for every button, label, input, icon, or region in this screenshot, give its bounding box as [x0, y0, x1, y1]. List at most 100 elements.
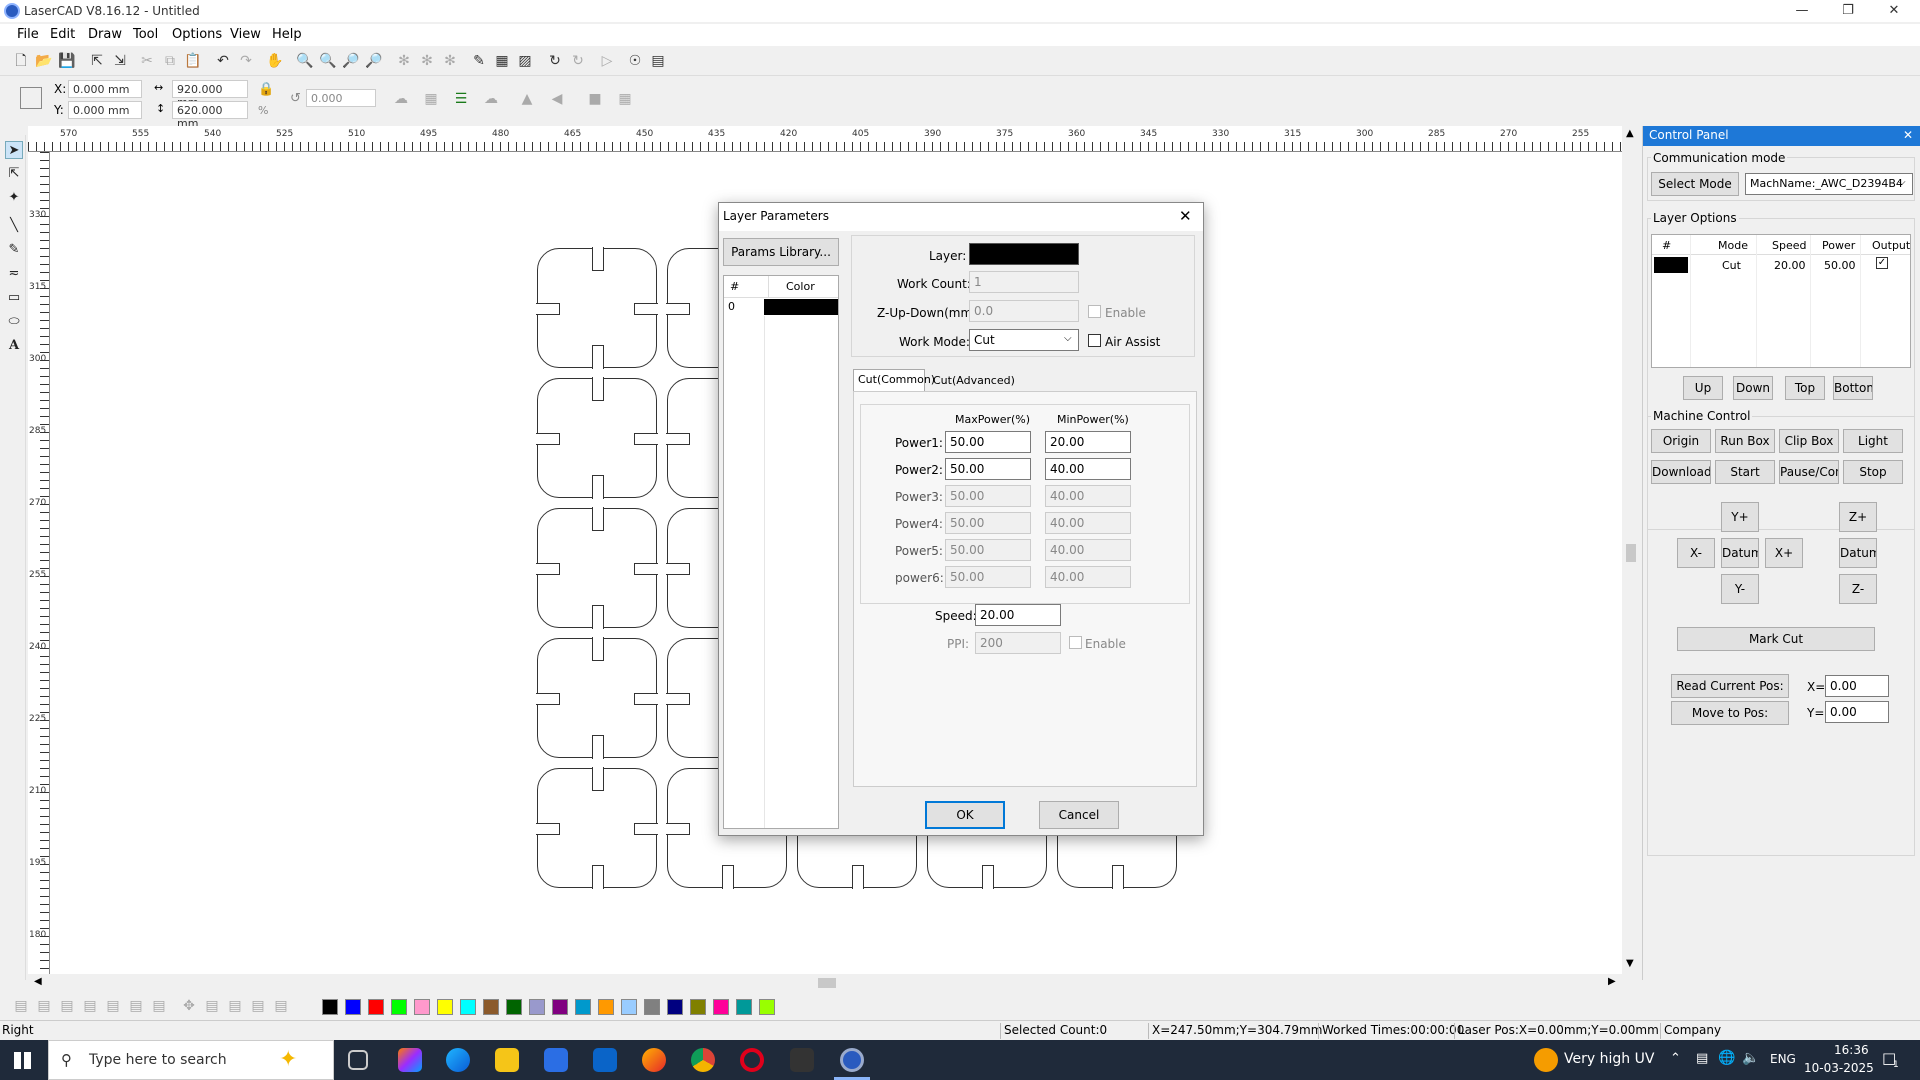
- group-icon[interactable]: ☁: [392, 90, 410, 108]
- rotate-90-icon[interactable]: ■: [586, 90, 604, 108]
- pause-continue-button[interactable]: Pause/Continue: [1779, 460, 1839, 484]
- width-field[interactable]: 920.000 mm: [172, 80, 248, 109]
- palette-swatch[interactable]: [391, 999, 407, 1015]
- align-top-icon[interactable]: ▤: [58, 997, 76, 1015]
- air-assist-checkbox[interactable]: [1088, 334, 1101, 347]
- machine-select[interactable]: MachName:_AWC_D2394B4 ⌵: [1745, 173, 1913, 195]
- same-size-icon[interactable]: ▤: [272, 997, 290, 1015]
- simulate-icon[interactable]: ▷: [598, 52, 616, 70]
- lock-ratio-icon[interactable]: 🔒: [258, 82, 274, 97]
- palette-swatch[interactable]: [759, 999, 775, 1015]
- menu-draw[interactable]: Draw: [88, 27, 122, 42]
- scroll-left-icon[interactable]: ◀: [34, 976, 42, 987]
- scroll-down-icon[interactable]: ▼: [1626, 958, 1634, 969]
- run-box-button[interactable]: Run Box: [1715, 429, 1775, 453]
- redo-icon[interactable]: ↷: [237, 52, 255, 70]
- jog-y-plus-button[interactable]: Y+: [1721, 502, 1759, 532]
- min-power-field[interactable]: 40.00: [1045, 539, 1131, 561]
- mirror-v-icon[interactable]: ◀: [548, 90, 566, 108]
- layer-down-button[interactable]: Down: [1733, 376, 1773, 400]
- position-anchor-icon[interactable]: [20, 87, 42, 109]
- palette-swatch[interactable]: [414, 999, 430, 1015]
- align-right-icon[interactable]: ▤: [35, 997, 53, 1015]
- mark-cut-button[interactable]: Mark Cut: [1677, 627, 1875, 651]
- cancel-button[interactable]: Cancel: [1039, 801, 1119, 829]
- firefox-icon[interactable]: [642, 1048, 666, 1072]
- text-tool-icon[interactable]: A: [5, 337, 23, 355]
- read-current-pos-button[interactable]: Read Current Pos:: [1671, 674, 1789, 698]
- open-folder-icon[interactable]: 📂: [35, 52, 53, 70]
- polyline-icon[interactable]: ≂: [5, 265, 23, 283]
- export-icon[interactable]: ⇲: [111, 52, 129, 70]
- palette-swatch[interactable]: [713, 999, 729, 1015]
- layer-stack-icon[interactable]: ☰: [452, 90, 470, 108]
- palette-swatch[interactable]: [667, 999, 683, 1015]
- align-bottom-icon[interactable]: ▤: [81, 997, 99, 1015]
- min-power-field[interactable]: 40.00: [1045, 458, 1131, 480]
- palette-swatch[interactable]: [437, 999, 453, 1015]
- max-power-field[interactable]: 50.00: [945, 512, 1031, 534]
- align-center-icon[interactable]: ▤: [150, 997, 168, 1015]
- pen-app-icon[interactable]: [790, 1048, 814, 1072]
- tray-device-icon[interactable]: ▤: [1696, 1051, 1708, 1066]
- palette-swatch[interactable]: [736, 999, 752, 1015]
- tray-chevron-up-icon[interactable]: ⌃: [1670, 1051, 1681, 1066]
- move-to-pos-button[interactable]: Move to Pos:: [1671, 701, 1789, 725]
- lasercad-taskbar-icon[interactable]: [840, 1048, 864, 1072]
- palette-swatch[interactable]: [483, 999, 499, 1015]
- pen-tool-icon[interactable]: ✎: [470, 52, 488, 70]
- max-power-field[interactable]: 50.00: [945, 485, 1031, 507]
- layer-top-button[interactable]: Top: [1785, 376, 1825, 400]
- outlook-icon[interactable]: [593, 1048, 617, 1072]
- palette-swatch[interactable]: [345, 999, 361, 1015]
- min-power-field[interactable]: 20.00: [1045, 431, 1131, 453]
- pos-x-field[interactable]: 0.00: [1825, 675, 1889, 697]
- ellipse-icon[interactable]: ⬭: [5, 313, 23, 331]
- store-icon[interactable]: [544, 1048, 568, 1072]
- ppi-field[interactable]: 200: [975, 632, 1061, 654]
- clock-time[interactable]: 16:36: [1834, 1043, 1869, 1057]
- speed-field[interactable]: 20.00: [975, 604, 1061, 626]
- rotate-angle-field[interactable]: 0.000: [306, 89, 376, 107]
- z-up-down-field[interactable]: 0.0: [969, 300, 1079, 322]
- tab-cut-advanced[interactable]: Cut(Advanced): [929, 371, 1015, 391]
- puzzle-piece[interactable]: [536, 507, 658, 629]
- bezier-icon[interactable]: ✦: [5, 189, 23, 207]
- height-field[interactable]: 620.000 mm: [172, 101, 248, 130]
- chrome-icon[interactable]: [691, 1048, 715, 1072]
- node-join-icon[interactable]: ✻: [441, 52, 459, 70]
- palette-swatch[interactable]: [575, 999, 591, 1015]
- palette-swatch[interactable]: [368, 999, 384, 1015]
- same-width-icon[interactable]: ▤: [226, 997, 244, 1015]
- min-power-field[interactable]: 40.00: [1045, 485, 1131, 507]
- horizontal-scrollbar[interactable]: ◀ ▶: [28, 974, 1624, 992]
- weld-icon[interactable]: ☁: [482, 90, 500, 108]
- cut-order-icon[interactable]: ↻: [546, 52, 564, 70]
- save-icon[interactable]: 💾: [58, 52, 76, 70]
- puzzle-piece[interactable]: [536, 767, 658, 889]
- datum-button[interactable]: Datum: [1721, 538, 1759, 568]
- min-power-field[interactable]: 40.00: [1045, 566, 1131, 588]
- palette-swatch[interactable]: [621, 999, 637, 1015]
- palette-swatch[interactable]: [552, 999, 568, 1015]
- zoom-out-icon[interactable]: 🔍: [319, 52, 337, 70]
- ungroup-icon[interactable]: ▦: [422, 90, 440, 108]
- menu-edit[interactable]: Edit: [50, 27, 75, 42]
- copy-icon[interactable]: ⧉: [161, 52, 179, 70]
- layer-list-row[interactable]: 0: [724, 298, 838, 316]
- menu-tool[interactable]: Tool: [133, 27, 158, 42]
- download-button[interactable]: Download: [1651, 460, 1711, 484]
- work-mode-select[interactable]: Cut ⌵: [969, 329, 1079, 351]
- select-mode-button[interactable]: Select Mode: [1651, 172, 1739, 196]
- puzzle-piece[interactable]: [536, 247, 658, 369]
- menu-view[interactable]: View: [230, 27, 261, 42]
- paste-icon[interactable]: 📋: [184, 52, 202, 70]
- min-power-field[interactable]: 40.00: [1045, 512, 1131, 534]
- path-optimize-icon[interactable]: ↻: [569, 52, 587, 70]
- settings-globe-icon[interactable]: ☉: [626, 52, 644, 70]
- puzzle-piece[interactable]: [536, 637, 658, 759]
- jog-z-plus-button[interactable]: Z+: [1839, 502, 1877, 532]
- pos-y-field[interactable]: 0.00: [1825, 701, 1889, 723]
- zoom-fit-icon[interactable]: 🔎: [342, 52, 360, 70]
- vertical-scrollbar[interactable]: ▲ ▼: [1622, 126, 1640, 974]
